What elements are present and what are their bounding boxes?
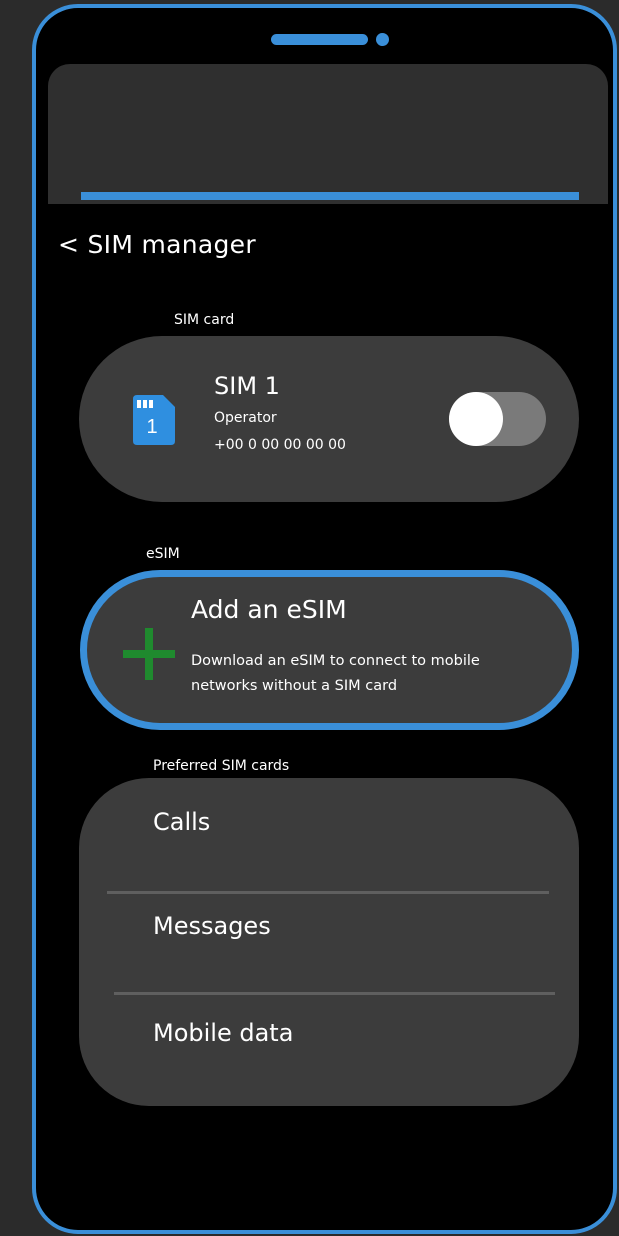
status-panel-accent-line: [81, 192, 579, 200]
add-esim-description: Download an eSIM to connect to mobile ne…: [191, 653, 480, 694]
preferred-sim-card-list: Calls Messages Mobile data: [79, 778, 579, 1106]
sim-operator: Operator: [214, 410, 277, 426]
plus-icon: [123, 628, 175, 680]
sim-slot-number: 1: [146, 416, 157, 438]
divider: [107, 891, 549, 894]
esim-section-label: eSIM: [146, 546, 180, 562]
add-esim-title: Add an eSIM: [191, 595, 347, 624]
preferred-item-messages[interactable]: Messages: [153, 912, 271, 940]
sim-card-row[interactable]: 1 SIM 1 Operator +00 0 00 00 00 00: [79, 336, 579, 502]
sim-section-label: SIM card: [174, 312, 235, 328]
camera-dot: [376, 33, 389, 46]
sim-enable-toggle[interactable]: [449, 392, 546, 446]
preferred-item-calls[interactable]: Calls: [153, 808, 210, 836]
add-esim-button[interactable]: Add an eSIM Download an eSIM to connect …: [80, 570, 579, 730]
page-title[interactable]: < SIM manager: [58, 230, 256, 259]
divider: [114, 992, 555, 995]
speaker-notch: [271, 34, 368, 45]
status-panel: [48, 64, 608, 204]
sim-card-icon: 1: [133, 395, 175, 445]
preferred-section-label: Preferred SIM cards: [153, 758, 290, 774]
toggle-knob: [449, 392, 503, 446]
preferred-item-mobile-data[interactable]: Mobile data: [153, 1019, 293, 1047]
sim-name: SIM 1: [214, 372, 280, 400]
sim-phone-number: +00 0 00 00 00 00: [214, 437, 346, 453]
phone-frame: < SIM manager SIM card 1 SIM 1 Operator …: [32, 4, 617, 1234]
